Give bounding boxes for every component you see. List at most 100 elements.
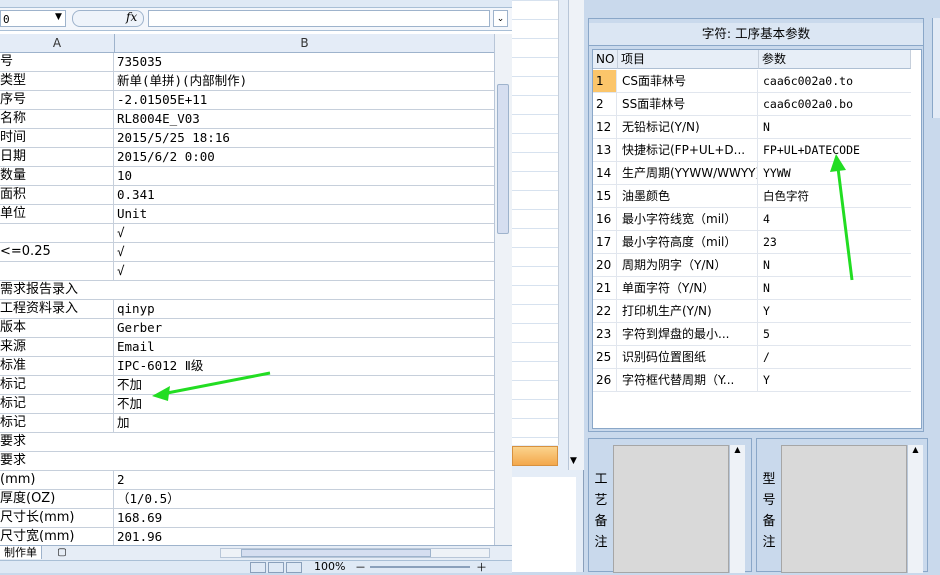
cell-a[interactable]: 需求报告录入 <box>0 281 494 299</box>
header-item[interactable]: 项目 <box>618 50 759 69</box>
column-header-a[interactable]: A <box>0 34 115 52</box>
cell-a[interactable]: 版本 <box>0 319 114 337</box>
horizontal-scrollbar[interactable] <box>220 548 490 558</box>
cell-b[interactable]: 168.69 <box>117 509 494 527</box>
cell-a[interactable]: 序号 <box>0 91 114 109</box>
cell-b[interactable]: 10 <box>117 167 494 185</box>
param-no[interactable]: 2 <box>593 93 617 115</box>
header-value[interactable]: 参数 <box>759 50 911 69</box>
cell-b[interactable]: Email <box>117 338 494 356</box>
remark-scrollbar[interactable]: ▲ <box>729 445 745 573</box>
sheet-tab[interactable]: 制作单 <box>0 546 42 559</box>
selected-list-item[interactable] <box>512 446 558 466</box>
cell-b[interactable]: √ <box>117 262 494 280</box>
cell-b[interactable]: IPC-6012 Ⅱ级 <box>117 357 494 375</box>
cell-b[interactable]: Gerber <box>117 319 494 337</box>
param-no[interactable]: 16 <box>593 208 617 230</box>
zoom-in-button[interactable]: ＋ <box>476 559 487 575</box>
chevron-down-icon[interactable]: ▼ <box>55 12 62 22</box>
param-row[interactable]: 21 单面字符（Y/N） N <box>593 277 911 300</box>
cell-a[interactable]: 面积 <box>0 186 114 204</box>
param-row[interactable]: 25 识别码位置图纸 / <box>593 346 911 369</box>
cell-b[interactable]: 2 <box>117 471 494 489</box>
zoom-slider[interactable] <box>370 566 470 568</box>
param-no[interactable]: 12 <box>593 116 617 138</box>
param-item[interactable]: 打印机生产(Y/N) <box>618 300 758 322</box>
param-no[interactable]: 15 <box>593 185 617 207</box>
param-row[interactable]: 17 最小字符高度（mil） 23 <box>593 231 911 254</box>
param-no[interactable]: 23 <box>593 323 617 345</box>
header-no[interactable]: NO <box>593 50 618 69</box>
normal-view-icon[interactable] <box>250 562 266 573</box>
cell-b[interactable]: √ <box>117 224 494 242</box>
param-row[interactable]: 1 CS面菲林号 caa6c002a0.to <box>593 70 911 93</box>
cell-b[interactable]: 不加 <box>117 376 494 394</box>
cell-a[interactable]: 厚度(OZ) <box>0 490 114 508</box>
param-value[interactable]: N <box>759 116 911 138</box>
cell-b[interactable]: Unit <box>117 205 494 223</box>
cell-b[interactable]: √ <box>117 243 494 261</box>
cell-b[interactable]: 加 <box>117 414 494 432</box>
cell-a[interactable] <box>0 224 114 242</box>
param-item[interactable]: 单面字符（Y/N） <box>618 277 758 299</box>
cell-a[interactable]: 标准 <box>0 357 114 375</box>
page-layout-view-icon[interactable] <box>268 562 284 573</box>
cell-b[interactable]: -2.01505E+11 <box>117 91 494 109</box>
param-value[interactable]: Y <box>759 369 911 391</box>
cell-a[interactable]: 标记 <box>0 395 114 413</box>
cell-a[interactable]: 标记 <box>0 376 114 394</box>
param-item[interactable]: SS面菲林号 <box>618 93 758 115</box>
cell-b[interactable]: 不加 <box>117 395 494 413</box>
param-item[interactable]: 识别码位置图纸 <box>618 346 758 368</box>
cell-b[interactable]: 2015/6/2 0:00 <box>117 148 494 166</box>
param-row[interactable]: 22 打印机生产(Y/N) Y <box>593 300 911 323</box>
scroll-down-icon[interactable]: ▼ <box>570 456 577 466</box>
cell-a[interactable]: 来源 <box>0 338 114 356</box>
cell-a[interactable]: 号 <box>0 53 114 71</box>
cell-a[interactable]: 日期 <box>0 148 114 166</box>
param-no[interactable]: 20 <box>593 254 617 276</box>
param-no[interactable]: 25 <box>593 346 617 368</box>
param-row[interactable]: 2 SS面菲林号 caa6c002a0.bo <box>593 93 911 116</box>
scroll-thumb[interactable] <box>497 84 509 234</box>
param-value[interactable]: Y <box>759 300 911 322</box>
param-item[interactable]: 无铅标记(Y/N) <box>618 116 758 138</box>
param-item[interactable]: 字符到焊盘的最小... <box>618 323 758 345</box>
param-no[interactable]: 14 <box>593 162 617 184</box>
param-no[interactable]: 26 <box>593 369 617 391</box>
model-remark-textarea[interactable] <box>781 445 907 573</box>
param-item[interactable]: 字符框代替周期（Y... <box>618 369 758 391</box>
vertical-scrollbar[interactable] <box>568 0 585 470</box>
param-value[interactable]: 白色字符 <box>759 185 911 207</box>
param-item[interactable]: 周期为阴字（Y/N） <box>618 254 758 276</box>
cell-a[interactable]: (mm) <box>0 471 114 489</box>
formula-input[interactable] <box>148 10 490 27</box>
param-value[interactable]: YYWW <box>759 162 911 184</box>
param-item[interactable]: 快捷标记(FP+UL+D... <box>618 139 758 161</box>
scroll-thumb[interactable] <box>241 549 431 557</box>
cell-b[interactable]: 201.96 <box>117 528 494 545</box>
param-row[interactable]: 26 字符框代替周期（Y... Y <box>593 369 911 392</box>
remark-scrollbar[interactable]: ▲ <box>907 445 923 573</box>
cell-b[interactable]: （1/0.5） <box>117 490 494 508</box>
cell-b[interactable]: 735035 <box>117 53 494 71</box>
column-header-b[interactable]: B <box>115 34 494 52</box>
cell-a[interactable]: 单位 <box>0 205 114 223</box>
cell-a[interactable]: 数量 <box>0 167 114 185</box>
cell-b[interactable]: 2015/5/25 18:16 <box>117 129 494 147</box>
param-row[interactable]: 13 快捷标记(FP+UL+D... FP+UL+DATECODE <box>593 139 911 162</box>
param-row[interactable]: 16 最小字符线宽（mil） 4 <box>593 208 911 231</box>
cell-a[interactable]: 类型 <box>0 72 114 90</box>
process-remark-textarea[interactable] <box>613 445 729 573</box>
param-value[interactable]: caa6c002a0.to <box>759 70 911 92</box>
zoom-out-button[interactable]: － <box>355 559 366 575</box>
cell-b[interactable]: 0.341 <box>117 186 494 204</box>
vertical-scrollbar[interactable] <box>494 34 512 545</box>
insert-sheet-icon[interactable]: ▢ <box>52 546 72 559</box>
param-item[interactable]: CS面菲林号 <box>618 70 758 92</box>
param-no[interactable]: 1 <box>593 70 617 92</box>
param-no[interactable]: 13 <box>593 139 617 161</box>
cell-a[interactable]: 要求 <box>0 433 494 451</box>
param-row[interactable]: 15 油墨颜色 白色字符 <box>593 185 911 208</box>
cell-a[interactable]: <=0.25 <box>0 243 114 261</box>
